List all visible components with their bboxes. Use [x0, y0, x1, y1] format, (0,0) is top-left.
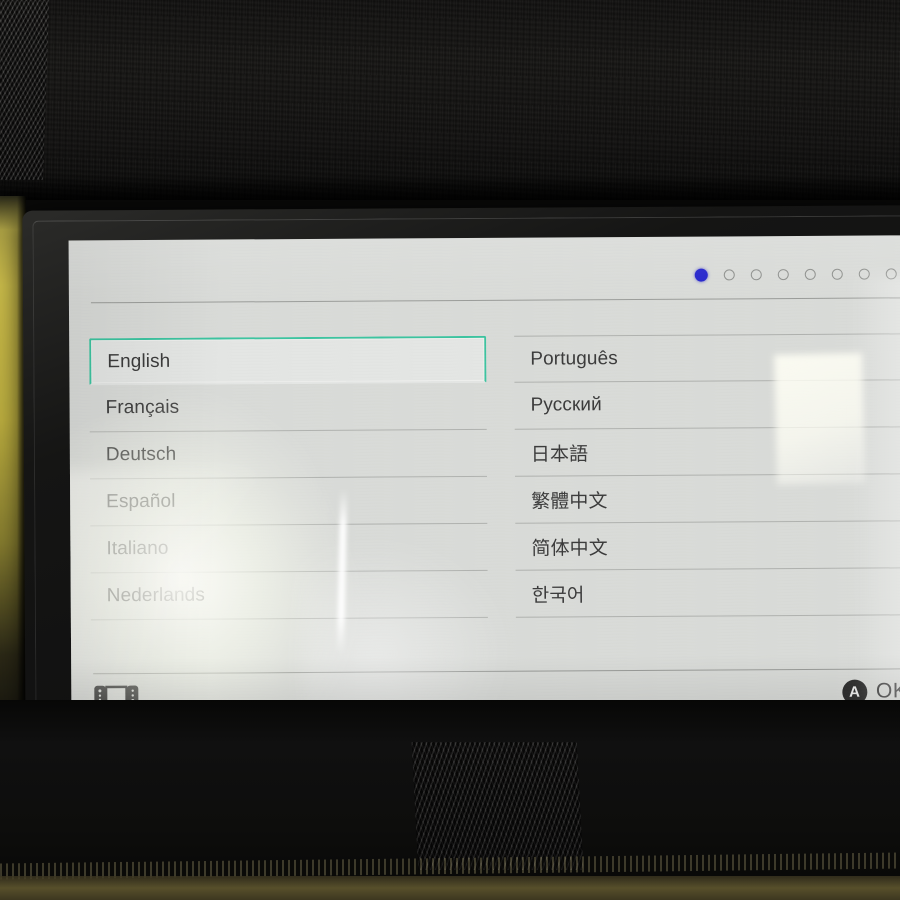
language-option-portugues[interactable]: Português — [514, 333, 900, 383]
language-option-deutsch[interactable]: Deutsch — [89, 429, 488, 480]
language-column-right: Português Русский 日本語 繁體中文 简体中文 한국어 — [514, 333, 900, 618]
case-webbing-strap — [0, 0, 50, 180]
language-option-italiano[interactable]: Italiano — [90, 523, 488, 574]
language-option-francais[interactable]: Français — [89, 382, 487, 433]
page-dot-4[interactable] — [777, 269, 789, 281]
case-vertical-strap — [411, 742, 584, 870]
language-option-korean[interactable]: 한국어 — [515, 568, 900, 618]
language-option-russian[interactable]: Русский — [514, 380, 900, 430]
language-column-left: English Français Deutsch Español Italian… — [89, 335, 488, 621]
page-dot-3[interactable] — [750, 269, 762, 281]
language-option-espanol[interactable]: Español — [90, 476, 488, 527]
page-dot-8[interactable] — [885, 268, 897, 280]
background-tan-surface — [0, 876, 900, 900]
page-dot-1[interactable] — [694, 268, 708, 282]
header-divider — [90, 297, 900, 304]
language-list: English Français Deutsch Español Italian… — [69, 333, 900, 621]
language-option-english[interactable]: English — [89, 335, 487, 386]
language-select-screen: English Français Deutsch Español Italian… — [69, 235, 900, 726]
page-dot-6[interactable] — [831, 268, 843, 280]
page-dot-7[interactable] — [858, 268, 870, 280]
case-fabric-top — [0, 0, 900, 200]
device-screen[interactable]: English Français Deutsch Español Italian… — [68, 235, 900, 727]
page-dot-2[interactable] — [723, 269, 735, 281]
language-option-simplified-chinese[interactable]: 简体中文 — [515, 521, 900, 571]
photo-scene: English Français Deutsch Español Italian… — [0, 0, 900, 900]
page-indicator — [694, 267, 897, 282]
language-option-traditional-chinese[interactable]: 繁體中文 — [515, 474, 900, 524]
nintendo-switch-device: English Français Deutsch Español Italian… — [22, 205, 900, 746]
language-option-japanese[interactable]: 日本語 — [514, 427, 900, 477]
language-option-nederlands[interactable]: Nederlands — [90, 570, 488, 621]
page-dot-5[interactable] — [804, 268, 816, 280]
